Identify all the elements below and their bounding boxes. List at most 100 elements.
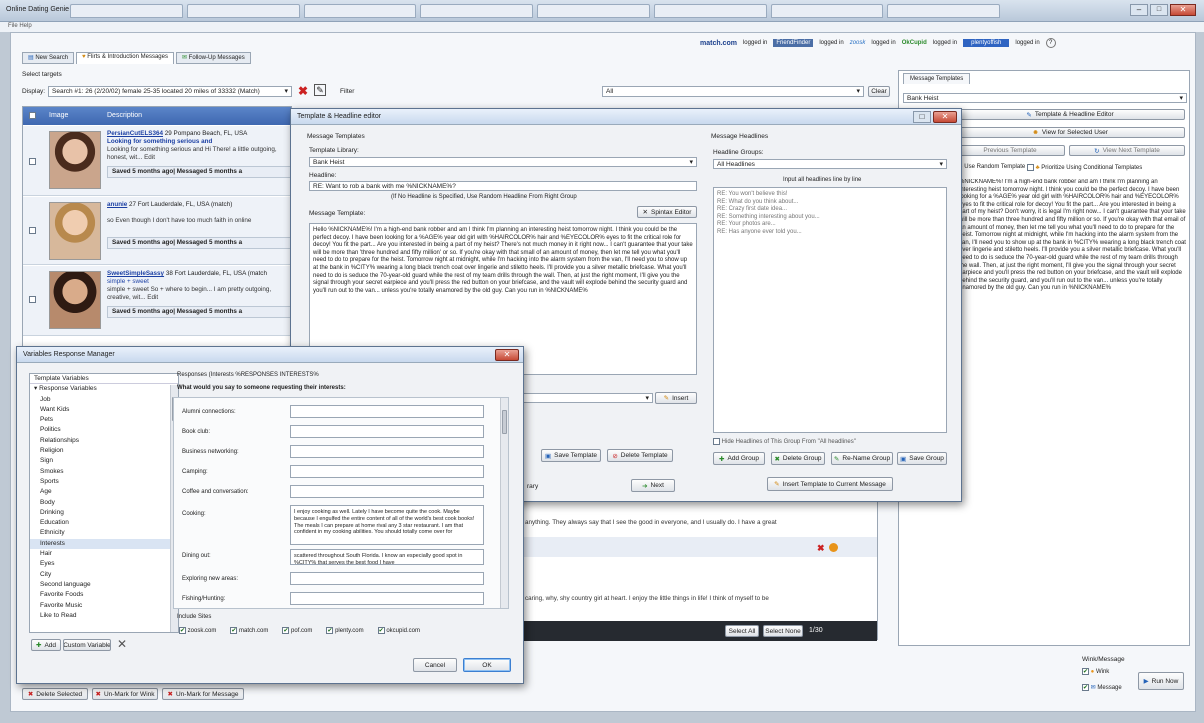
response-textarea[interactable]: scattered throughout South Florida. I kn… <box>290 549 484 565</box>
browser-tab[interactable] <box>653 4 767 18</box>
tree-item-like-to-read[interactable]: Like to Read <box>30 611 178 621</box>
tree-item-ethnicity[interactable]: Ethnicity <box>30 528 178 538</box>
browser-tab[interactable] <box>770 4 884 18</box>
browser-tab[interactable] <box>186 4 300 18</box>
tree-item-sign[interactable]: Sign <box>30 456 178 466</box>
right-template-select[interactable]: Bank Heist <box>903 93 1187 103</box>
response-input[interactable] <box>290 465 484 478</box>
prioritize-option[interactable]: ♣ Prioritize Using Conditional Templates <box>1027 164 1142 171</box>
site-option[interactable]: ✔ plenty.com <box>326 627 364 634</box>
response-input[interactable] <box>290 592 484 605</box>
template-library-select[interactable]: Bank Heist <box>309 157 697 167</box>
profile-photo[interactable] <box>49 131 101 189</box>
site-checkbox[interactable]: ✔ <box>282 627 290 634</box>
template-headline-editor-button[interactable]: ✎ Template & Headline Editor <box>955 109 1185 120</box>
profile-photo[interactable] <box>49 202 101 260</box>
clear-filter-button[interactable]: Clear <box>868 86 890 97</box>
variables-close-button[interactable]: ✕ <box>495 349 519 361</box>
tree-item-interests[interactable]: Interests <box>30 538 178 550</box>
previous-template-button[interactable]: Previous Template <box>955 145 1065 156</box>
row-checkbox[interactable] <box>29 296 36 303</box>
browser-tab[interactable] <box>887 4 1000 18</box>
maximize-button[interactable]: □ <box>1150 4 1168 16</box>
table-row[interactable]: SweetSimpleSassy 38 Fort Lauderdale, FL,… <box>23 266 291 336</box>
tree-item-body[interactable]: Body <box>30 498 178 508</box>
browser-tab[interactable] <box>70 4 183 18</box>
display-select[interactable]: Search #1: 26 (2/20/02) female 25-35 loc… <box>48 86 292 97</box>
insert-variable-button[interactable]: ✎ Insert <box>655 392 697 404</box>
spintax-editor-button[interactable]: ✕ Spintax Editor <box>637 206 697 218</box>
tree-item-eyes[interactable]: Eyes <box>30 559 178 569</box>
table-row[interactable]: PersianCutELS364 29 Pompano Beach, FL, U… <box>23 126 291 196</box>
profile-photo[interactable] <box>49 271 101 329</box>
delete-group-button[interactable]: ✖ Delete Group <box>771 452 825 465</box>
custom-variable-button[interactable]: Custom Variable <box>63 639 111 651</box>
tab-follow-up[interactable]: ✉ Follow-Up Messages <box>175 52 251 64</box>
row-checkbox[interactable] <box>29 158 36 165</box>
variable-select[interactable] <box>523 393 653 403</box>
unmark-wink-button[interactable]: ✖ Un-Mark for Wink <box>92 688 158 700</box>
delete-selected-button[interactable]: ✖ Delete Selected <box>22 688 88 700</box>
unmark-message-button[interactable]: ✖ Un-Mark for Message <box>162 688 244 700</box>
tree-item-age[interactable]: Age <box>30 487 178 497</box>
tab-new-search[interactable]: ▤ New Search <box>22 52 75 64</box>
tree-item-second-language[interactable]: Second language <box>30 580 178 590</box>
save-template-button[interactable]: ▣ Save Template <box>541 449 601 462</box>
select-none-button[interactable]: Select None <box>763 625 803 637</box>
close-window-button[interactable]: ✕ <box>1170 4 1196 16</box>
site-option[interactable]: ✔ zoosk.com <box>179 627 216 634</box>
save-group-button[interactable]: ▣ Save Group <box>897 452 947 465</box>
headline-groups-select[interactable]: All Headlines <box>713 159 947 169</box>
next-button[interactable]: ➔ Next <box>631 479 675 492</box>
tree-item-relationships[interactable]: Relationships <box>30 436 178 446</box>
tree-item-want-kids[interactable]: Want Kids <box>30 405 178 415</box>
response-textarea[interactable]: I enjoy cooking as well. Lately I have b… <box>290 505 484 545</box>
remove-variable-icon[interactable]: ✕ <box>117 637 127 651</box>
delete-search-icon[interactable]: ✖ <box>298 84 308 98</box>
ok-button[interactable]: OK <box>463 658 511 672</box>
add-group-button[interactable]: ✚ Add Group <box>713 452 765 465</box>
cancel-button[interactable]: Cancel <box>413 658 457 672</box>
browser-tab[interactable] <box>303 4 417 18</box>
message-wink-icon[interactable] <box>829 543 838 552</box>
response-input[interactable] <box>290 405 484 418</box>
tree-root[interactable]: ▾ Response Variables <box>30 384 178 394</box>
site-option[interactable]: ✔ match.com <box>230 627 268 634</box>
view-selected-user-button[interactable]: ☻ View for Selected User <box>955 127 1185 138</box>
tree-item-pets[interactable]: Pets <box>30 415 178 425</box>
tab-flirts[interactable]: ♥ Flirts & Introduction Messages <box>76 52 174 64</box>
site-option[interactable]: ✔ okcupid.com <box>377 627 420 634</box>
tree-item-drinking[interactable]: Drinking <box>30 508 178 518</box>
site-checkbox[interactable]: ✔ <box>326 627 334 634</box>
edit-search-icon[interactable]: ✎ <box>314 84 326 96</box>
tree-item-job[interactable]: Job <box>30 395 178 405</box>
message-remove-icon[interactable]: ✖ <box>817 543 825 554</box>
site-checkbox[interactable]: ✔ <box>230 627 238 634</box>
run-now-button[interactable]: ▶ Run Now <box>1138 672 1184 690</box>
site-checkbox[interactable]: ✔ <box>377 627 385 634</box>
tree-item-hair[interactable]: Hair <box>30 549 178 559</box>
tree-item-smokes[interactable]: Smokes <box>30 467 178 477</box>
profile-name-link[interactable]: SweetSimpleSassy <box>107 270 164 277</box>
delete-template-button[interactable]: ⊘ Delete Template <box>607 449 673 462</box>
message-option[interactable]: ✔ ✉ Message <box>1082 684 1122 691</box>
response-input[interactable] <box>290 425 484 438</box>
next-template-button[interactable]: ↻ View Next Template <box>1069 145 1185 156</box>
browser-tab[interactable] <box>420 4 533 18</box>
select-all-button[interactable]: Select All <box>725 625 759 637</box>
tree-item-favorite-foods[interactable]: Favorite Foods <box>30 590 178 600</box>
message-checkbox[interactable]: ✔ <box>1082 684 1089 691</box>
profile-name-link[interactable]: anunie <box>107 201 127 208</box>
response-input[interactable] <box>290 445 484 458</box>
table-row[interactable]: anunie 27 Fort Lauderdale, FL, USA (matc… <box>23 197 291 265</box>
site-option[interactable]: ✔ pof.com <box>282 627 312 634</box>
tree-item-religion[interactable]: Religion <box>30 446 178 456</box>
site-checkbox[interactable]: ✔ <box>179 627 186 634</box>
browser-tab[interactable] <box>537 4 650 18</box>
minimize-button[interactable]: – <box>1130 4 1148 16</box>
hide-headlines-option[interactable]: Hide Headlines of This Group From "All h… <box>713 438 856 445</box>
insert-template-button[interactable]: ✎ Insert Template to Current Message <box>767 477 893 491</box>
headlines-list[interactable]: RE: You won't believe this! RE: What do … <box>713 187 947 433</box>
add-variable-button[interactable]: ✚ Add <box>31 639 61 651</box>
tree-item-favorite-music[interactable]: Favorite Music <box>30 601 178 611</box>
